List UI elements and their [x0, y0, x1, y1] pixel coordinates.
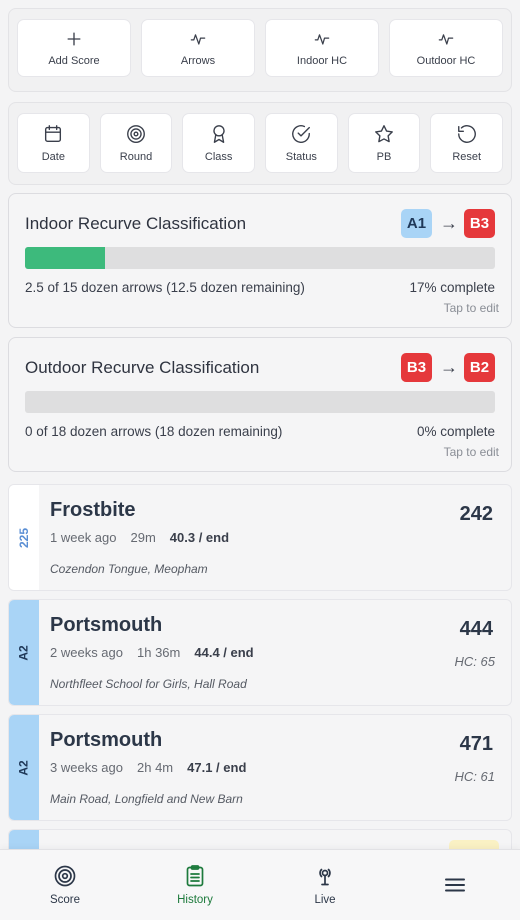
nav-score[interactable]: Score — [0, 850, 130, 920]
pulse-icon — [438, 34, 454, 45]
score-venue: Northfleet School for Girls, Hall Road — [50, 677, 247, 691]
round-name: Portsmouth — [50, 614, 163, 636]
classification-percent: 0% complete — [416, 424, 495, 439]
classification-badges: A1 → B3 — [401, 209, 495, 238]
tap-to-edit-hint: Tap to edit — [443, 301, 499, 315]
class-stripe: A2 — [9, 600, 39, 705]
score-list-item[interactable]: A2 Portsmouth 3 weeks ago 2h 4m 47.1 / e… — [8, 714, 512, 821]
nav-live[interactable]: Live — [260, 850, 390, 920]
add-score-label: Add Score — [48, 55, 100, 67]
current-class-badge: A1 — [401, 209, 432, 238]
round-name: Portsmouth — [50, 729, 163, 751]
plus-icon — [67, 32, 81, 46]
score-list-item[interactable]: A2 Portsmouth 2 weeks ago 1h 36m 44.4 / … — [8, 599, 512, 706]
target-class-badge: B3 — [464, 209, 495, 238]
score-meta: 3 weeks ago 2h 4m 47.1 / end — [50, 760, 246, 775]
indoor-hc-label: Indoor HC — [296, 55, 348, 67]
outdoor-classification-card[interactable]: Outdoor Recurve Classification B3 → B2 0… — [8, 337, 512, 472]
outdoor-hc-label: Outdoor HC — [416, 55, 476, 67]
check-circle-icon — [292, 125, 311, 143]
outdoor-hc-button[interactable]: Outdoor HC — [389, 19, 503, 77]
score-total: 444 — [459, 618, 493, 640]
classification-title: Outdoor Recurve Classification — [25, 358, 260, 377]
score-date: 3 weeks ago — [50, 760, 123, 775]
filter-round-label: Round — [119, 151, 153, 163]
score-total: 242 — [459, 503, 493, 525]
target-icon — [54, 865, 76, 887]
calendar-icon — [45, 125, 62, 143]
classification-progress-text: 0 of 18 dozen arrows (18 dozen remaining… — [25, 424, 283, 439]
score-handicap: HC: 65 — [454, 654, 495, 669]
star-icon — [375, 125, 393, 143]
nav-score-label: Score — [49, 894, 81, 906]
indoor-hc-button[interactable]: Indoor HC — [265, 19, 379, 77]
tap-to-edit-hint: Tap to edit — [443, 445, 499, 459]
score-venue: Cozendon Tongue, Meopham — [50, 562, 208, 576]
filter-date-button[interactable]: Date — [17, 113, 90, 173]
bottom-nav: Score History Live — [0, 849, 520, 920]
filter-round-button[interactable]: Round — [99, 113, 173, 173]
target-class-badge: B2 — [464, 353, 495, 382]
classification-percent: 17% complete — [409, 280, 495, 295]
classification-title: Indoor Recurve Classification — [25, 214, 247, 233]
class-stripe-label: A2 — [17, 759, 31, 776]
arrows-label: Arrows — [180, 55, 216, 67]
classification-progress-fill — [25, 247, 105, 269]
filter-class-button[interactable]: Class — [182, 113, 256, 173]
class-stripe: 225 — [9, 485, 39, 590]
arrow-right-icon: → — [440, 357, 458, 377]
score-duration: 1h 36m — [137, 645, 181, 660]
classification-badges: B3 → B2 — [401, 353, 495, 382]
score-duration: 29m — [130, 530, 156, 545]
quick-actions-panel: Add Score Arrows Indoor HC Outdoor HC — [8, 8, 512, 92]
filter-pb-button[interactable]: PB — [347, 113, 421, 173]
indoor-classification-card[interactable]: Indoor Recurve Classification A1 → B3 2.… — [8, 193, 512, 328]
menu-icon — [445, 878, 465, 892]
broadcast-icon — [319, 868, 331, 886]
class-stripe-label: 225 — [17, 527, 31, 548]
score-date: 1 week ago — [50, 530, 117, 545]
filter-status-button[interactable]: Status — [265, 113, 338, 173]
score-list-item[interactable]: 225 Frostbite 1 week ago 29m 40.3 / end … — [8, 484, 512, 591]
filter-reset-button[interactable]: Reset — [430, 113, 504, 173]
classification-progress-bar — [25, 391, 495, 413]
class-stripe-label: A2 — [17, 644, 31, 661]
arrow-right-icon: → — [440, 213, 458, 233]
score-average: 44.4 / end — [194, 645, 254, 660]
filter-status-label: Status — [285, 151, 317, 163]
score-average: 40.3 / end — [169, 530, 230, 545]
current-class-badge: B3 — [401, 353, 432, 382]
filter-reset-label: Reset — [452, 151, 482, 163]
arrows-button[interactable]: Arrows — [141, 19, 255, 77]
score-meta: 1 week ago 29m 40.3 / end — [50, 530, 229, 545]
round-name: Frostbite — [50, 499, 136, 521]
score-meta: 2 weeks ago 1h 36m 44.4 / end — [50, 645, 254, 660]
nav-history[interactable]: History — [130, 850, 260, 920]
score-duration: 2h 4m — [137, 760, 174, 775]
score-venue: Main Road, Longfield and New Barn — [50, 792, 243, 806]
award-icon — [212, 125, 225, 143]
pulse-icon — [314, 34, 330, 45]
add-score-button[interactable]: Add Score — [17, 19, 131, 77]
class-stripe: A2 — [9, 715, 39, 820]
filter-class-label: Class — [204, 151, 233, 163]
score-handicap: HC: 61 — [454, 769, 495, 784]
nav-history-label: History — [177, 894, 213, 906]
reset-icon — [457, 125, 476, 143]
filter-pb-label: PB — [376, 151, 392, 163]
filter-panel: Date Round Class Status PB Reset — [8, 102, 512, 185]
score-average: 47.1 / end — [187, 760, 247, 775]
classification-progress-bar — [25, 247, 495, 269]
pulse-icon — [190, 34, 206, 45]
filter-date-label: Date — [41, 151, 65, 163]
score-date: 2 weeks ago — [50, 645, 123, 660]
nav-menu[interactable] — [390, 850, 520, 920]
classification-progress-text: 2.5 of 15 dozen arrows (12.5 dozen remai… — [25, 280, 305, 295]
nav-live-label: Live — [314, 894, 336, 906]
clipboard-icon — [186, 865, 204, 887]
target-icon — [127, 125, 145, 143]
score-total: 471 — [459, 733, 493, 755]
